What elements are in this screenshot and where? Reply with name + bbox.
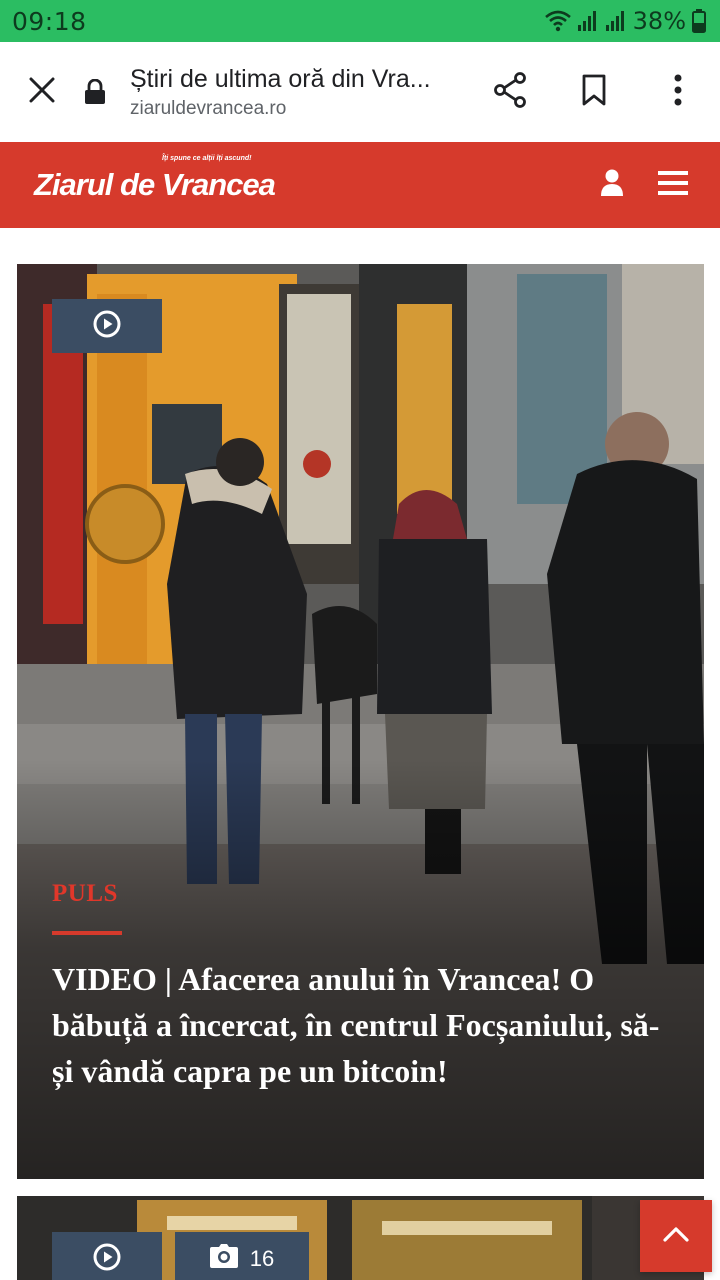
logo-text: Ziarul de Vrancea	[34, 167, 276, 202]
status-indicators: 38%	[544, 7, 706, 35]
url-bar[interactable]: Știri de ultima oră din Vra... ziaruldev…	[84, 42, 468, 142]
bookmark-icon	[581, 74, 607, 111]
video-icon	[93, 310, 121, 343]
close-button[interactable]	[0, 42, 84, 142]
page-title: Știri de ultima oră din Vra...	[130, 64, 431, 93]
video-badge	[52, 1232, 162, 1280]
wifi-icon	[544, 10, 571, 32]
article-category[interactable]: PULS	[52, 880, 118, 908]
site-logo[interactable]: Ziarul de Vrancea Îți spune ce alții îți…	[34, 155, 276, 203]
more-options-button[interactable]	[636, 42, 720, 142]
gallery-badge: 16	[175, 1232, 309, 1280]
lock-icon	[84, 79, 112, 105]
more-vert-icon	[673, 74, 683, 111]
signal-icon	[605, 10, 627, 32]
page-domain: ziaruldevrancea.ro	[130, 97, 287, 119]
status-bar: 09:18 38%	[0, 0, 720, 42]
browser-toolbar: Știri de ultima oră din Vra... ziaruldev…	[0, 42, 720, 142]
article-headline[interactable]: VIDEO | Afacerea anului în Vrancea! O bă…	[52, 956, 672, 1094]
bookmark-button[interactable]	[552, 42, 636, 142]
share-icon	[493, 71, 527, 113]
video-badge	[52, 299, 162, 353]
user-icon[interactable]	[600, 169, 624, 202]
video-icon	[93, 1243, 121, 1276]
article-card[interactable]: PULS VIDEO | Afacerea anului în Vrancea!…	[17, 264, 704, 1179]
photo-count: 16	[249, 1246, 275, 1271]
camera-icon	[209, 1244, 238, 1274]
share-button[interactable]	[468, 42, 552, 142]
chevron-up-icon	[663, 1226, 689, 1247]
battery-percent: 38%	[632, 7, 686, 35]
logo-tagline: Îți spune ce alții îți ascund!	[162, 155, 252, 162]
site-header: Ziarul de Vrancea Îți spune ce alții îți…	[0, 142, 720, 228]
close-icon	[29, 77, 55, 108]
category-divider	[52, 931, 122, 935]
status-time: 09:18	[12, 6, 87, 36]
battery-icon	[692, 9, 706, 33]
menu-icon[interactable]	[658, 170, 688, 200]
scroll-to-top-button[interactable]	[640, 1200, 712, 1272]
article-card[interactable]: 16	[17, 1196, 704, 1280]
url-text: Știri de ultima oră din Vra... ziaruldev…	[130, 65, 431, 120]
header-actions	[600, 169, 688, 202]
signal-icon	[577, 10, 599, 32]
